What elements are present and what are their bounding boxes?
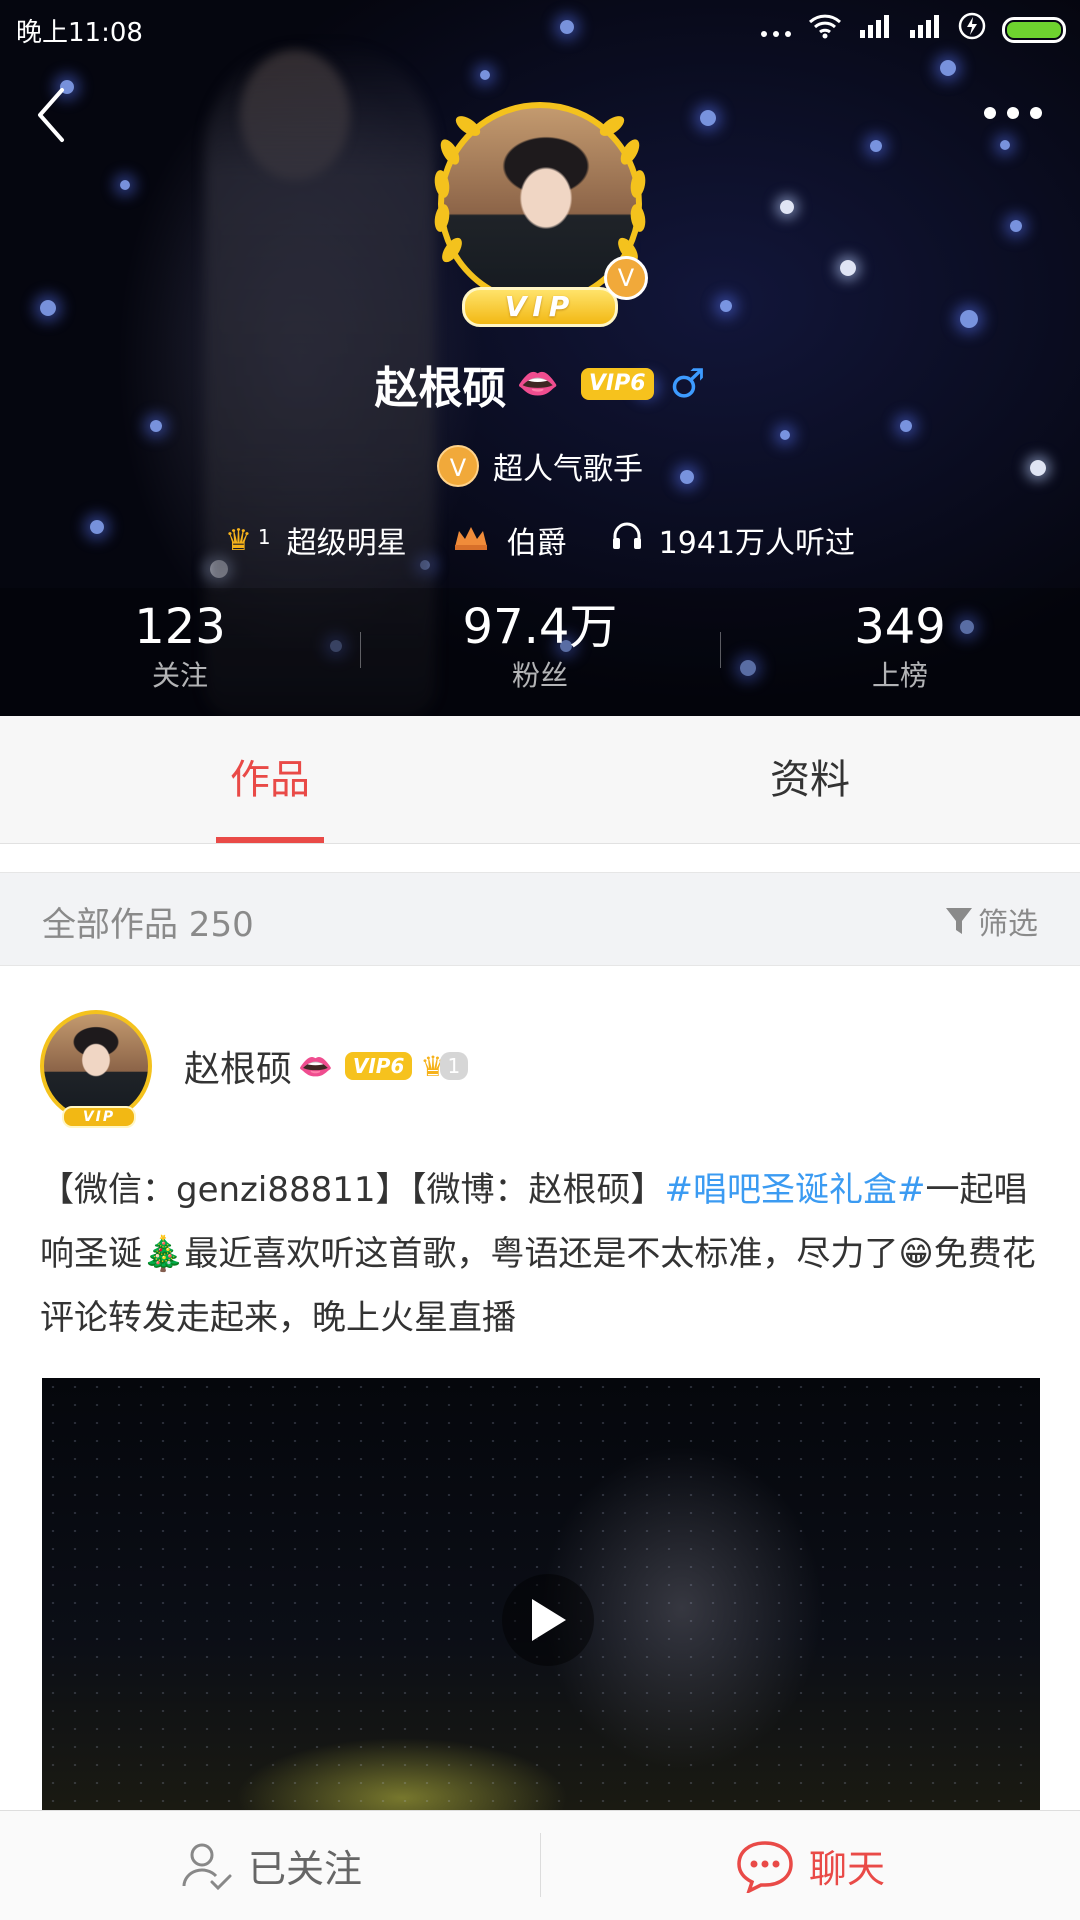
funnel-icon (946, 908, 972, 934)
status-bar: 晚上11:08 (0, 0, 1080, 56)
profile-header: 晚上11:08 VIP V 赵根硕 👄 VIP6 ♂ V 超人气歌手 ♛ 1 超… (0, 0, 1080, 716)
play-icon (532, 1599, 566, 1641)
profile-avatar[interactable]: VIP V (428, 92, 652, 332)
post-crown-badge: ♛ 1 (420, 1050, 469, 1083)
signal-icon-2 (908, 14, 942, 45)
post-author-name[interactable]: 赵根硕 (184, 1040, 292, 1092)
status-icons (760, 12, 1066, 47)
post-video[interactable] (42, 1378, 1040, 1810)
post-author-avatar[interactable]: VIP (40, 1010, 152, 1128)
crown-level: 1 (439, 1052, 469, 1080)
grin-emoji: 😁 (898, 1234, 934, 1274)
listeners-count: 1941万人听过 (658, 526, 855, 561)
profile-title: 超人气歌手 (493, 452, 643, 487)
christmas-tree-emoji: 🎄 (142, 1234, 185, 1274)
tab-profile-info[interactable]: 资料 (540, 716, 1080, 843)
filter-label: 筛选 (978, 907, 1038, 942)
male-gender-icon: ♂ (669, 361, 706, 407)
verified-badge: V (604, 256, 648, 300)
all-works-count: 全部作品 250 (42, 905, 254, 945)
back-button[interactable] (28, 80, 78, 150)
chat-label: 聊天 (808, 1847, 885, 1891)
profile-name: 赵根硕 (374, 363, 507, 414)
post-hashtag[interactable]: #唱吧圣诞礼盒# (665, 1170, 926, 1210)
headphones-icon (611, 521, 643, 559)
chat-button[interactable]: 聊天 (540, 1811, 1080, 1920)
post-text: 【微信：genzi88811】【微博：赵根硕】#唱吧圣诞礼盒#一起唱响圣诞🎄最近… (40, 1158, 1040, 1350)
wifi-icon (808, 13, 842, 46)
profile-name-row: 赵根硕 👄 VIP6 ♂ (0, 352, 1080, 416)
noble-title[interactable]: 伯爵 (507, 518, 567, 562)
lips-icon: 👄 (516, 364, 559, 404)
stat-value: 97.4万 (462, 599, 618, 655)
post-text-mid2: 最近喜欢听这首歌，粤语还是不太标准，尽力了 (184, 1234, 899, 1274)
post-text-prefix: 【微信：genzi88811】【微博：赵根硕】 (40, 1170, 665, 1210)
followed-label: 已关注 (247, 1847, 362, 1891)
more-options-button[interactable] (984, 98, 1050, 128)
charging-icon (958, 12, 986, 47)
bottom-action-bar: 已关注 聊天 (0, 1810, 1080, 1920)
profile-title-row: V 超人气歌手 (0, 444, 1080, 488)
stat-value: 349 (854, 599, 946, 655)
vip-level-badge: VIP6 (580, 368, 654, 400)
chat-bubble-icon (737, 1840, 793, 1893)
stat-label: 关注 (151, 659, 208, 692)
profile-stats: 123 关注 97.4万 粉丝 349 上榜 (0, 588, 1080, 716)
stat-following[interactable]: 123 关注 (0, 588, 360, 716)
stat-label: 上榜 (871, 659, 928, 692)
chevron-left-icon (38, 88, 64, 142)
works-filter-bar: 全部作品 250 筛选 (0, 872, 1080, 966)
lips-icon: 👄 (298, 1049, 333, 1083)
battery-icon (1002, 16, 1066, 43)
play-button[interactable] (502, 1574, 594, 1666)
rank-title[interactable]: 超级明星 (287, 518, 407, 562)
filter-button[interactable]: 筛选 (944, 899, 1038, 943)
profile-tabs: 作品 资料 (0, 716, 1080, 844)
crown-level: 1 (257, 525, 271, 549)
noble-icon (451, 521, 491, 559)
verified-icon: V (437, 445, 479, 487)
crown-icon: ♛ (225, 522, 252, 558)
stat-value: 123 (134, 599, 226, 655)
stat-fans[interactable]: 97.4万 粉丝 (360, 588, 720, 716)
more-dots-icon (760, 15, 792, 45)
mini-vip-badge: VIP (62, 1106, 136, 1128)
status-time: 晚上11:08 (16, 18, 143, 48)
vip-ribbon-badge: VIP (462, 287, 618, 327)
post-vip-level-badge: VIP6 (344, 1052, 413, 1080)
profile-badges-row: ♛ 1 超级明星 伯爵 1941万人听过 (0, 518, 1080, 562)
tab-works[interactable]: 作品 (0, 716, 540, 843)
post-header: VIP 赵根硕 👄 VIP6 ♛ 1 (40, 1006, 469, 1128)
signal-icon (858, 14, 892, 45)
stat-label: 粉丝 (511, 659, 568, 692)
stat-charts[interactable]: 349 上榜 (720, 588, 1080, 716)
followed-button[interactable]: 已关注 (0, 1811, 540, 1920)
user-check-icon (182, 1843, 232, 1890)
